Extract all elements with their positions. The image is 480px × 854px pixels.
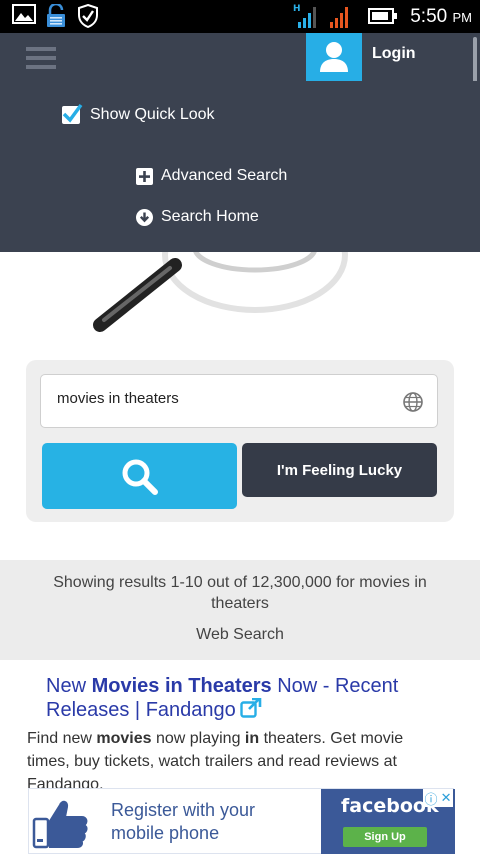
top-bar: Login <box>0 33 480 81</box>
signal-h-icon: H <box>292 2 320 35</box>
external-link-icon[interactable] <box>240 698 262 718</box>
ad-banner[interactable]: Register with your mobile phone facebook… <box>0 788 480 854</box>
login-button[interactable]: Login <box>372 45 416 63</box>
svg-text:H: H <box>293 4 301 14</box>
ad-close-icon[interactable]: ✕ <box>441 790 452 806</box>
search-card: I'm Feeling Lucky <box>26 360 454 522</box>
status-bar: H 5:50 PM <box>0 0 480 33</box>
search-home-label: Search Home <box>161 208 259 225</box>
search-home-link[interactable]: Search Home <box>136 208 259 226</box>
signal-icon <box>328 2 354 35</box>
lock-icon <box>44 2 68 33</box>
advanced-search-label: Advanced Search <box>161 167 288 184</box>
magnifier-graphic <box>93 240 348 332</box>
results-summary: Showing results 1-10 out of 12,300,000 f… <box>0 560 480 660</box>
image-icon <box>12 4 36 29</box>
user-icon <box>320 42 348 72</box>
user-button[interactable] <box>306 33 362 81</box>
quick-look-checkbox[interactable] <box>62 103 83 124</box>
quick-look-label: Show Quick Look <box>90 106 215 123</box>
check-icon <box>62 103 83 123</box>
hamburger-icon[interactable] <box>26 47 56 69</box>
quick-look-toggle[interactable]: Show Quick Look <box>62 103 215 124</box>
battery-icon <box>368 8 398 29</box>
arrow-down-circle-icon <box>136 208 153 226</box>
globe-icon[interactable] <box>403 392 423 412</box>
clock: 5:50 PM <box>410 6 472 27</box>
search-icon <box>122 459 158 495</box>
search-field[interactable] <box>40 374 438 428</box>
result-title-link[interactable]: New Movies in Theaters Now - Recent Rele… <box>46 674 446 722</box>
app-page: H 5:50 PM Login Show Quick Look Advanced… <box>0 0 480 854</box>
search-button[interactable] <box>42 443 237 509</box>
plus-icon <box>136 167 153 185</box>
search-input[interactable] <box>57 390 387 407</box>
results-count: Showing results 1-10 out of 12,300,000 f… <box>53 574 427 612</box>
advanced-search-link[interactable]: Advanced Search <box>136 167 287 185</box>
tab-web-search[interactable]: Web Search <box>0 626 480 644</box>
thumbs-up-icon <box>32 800 88 849</box>
result-snippet: Find new movies now playing in theaters.… <box>27 730 404 789</box>
ad-text: Register with your mobile phone <box>111 800 256 843</box>
shield-icon <box>78 3 98 33</box>
ad-info-icon[interactable]: ⓘ <box>425 789 438 808</box>
ad-controls: ⓘ ✕ <box>423 789 453 807</box>
sign-up-button[interactable]: Sign Up <box>343 827 427 847</box>
ad-content[interactable]: Register with your mobile phone facebook… <box>28 788 455 854</box>
dropdown-menu: Show Quick Look Advanced Search Search H… <box>0 81 480 252</box>
feeling-lucky-button[interactable]: I'm Feeling Lucky <box>242 443 437 497</box>
